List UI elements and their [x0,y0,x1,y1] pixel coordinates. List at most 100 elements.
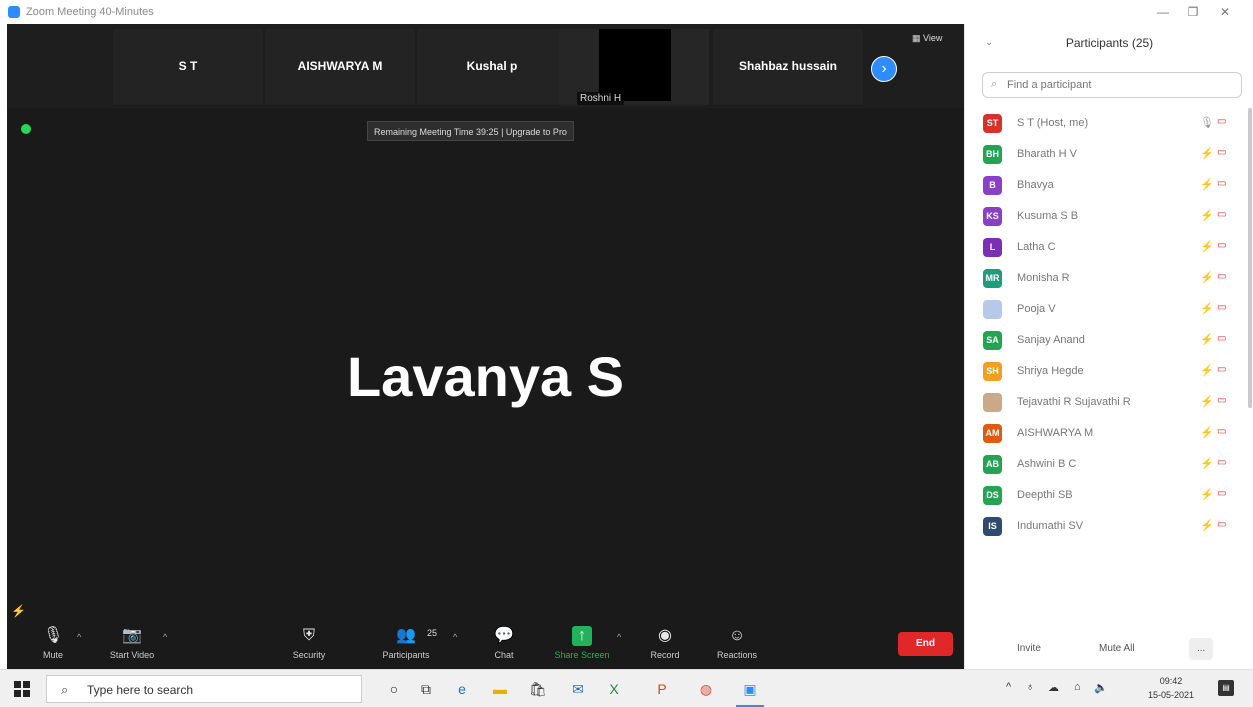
video-off-icon[interactable]: ▭ [1217,488,1226,499]
participants-options-caret[interactable]: ^ [453,632,457,642]
video-tile[interactable]: Roshni H [559,29,709,105]
file-explorer-icon[interactable]: ▬ [490,679,510,699]
excel-icon[interactable]: X [604,679,624,699]
participant-row[interactable]: B Bhavya ⚡ ▭ [965,170,1253,201]
encryption-shield-icon[interactable] [21,124,31,134]
invite-button[interactable]: Invite [1009,638,1049,660]
next-page-button[interactable]: › [871,56,897,82]
video-options-caret[interactable]: ^ [163,632,167,642]
participant-row[interactable]: ST S T (Host, me) 🎙 ▭ [965,108,1253,139]
video-off-icon[interactable]: ▭ [1217,395,1226,406]
clock-time: 09:42 [1159,676,1183,686]
muted-mic-icon[interactable]: ⚡ [1200,333,1214,346]
participant-search[interactable]: ⌕ [982,72,1242,98]
mail-icon[interactable]: ✉ [568,679,588,699]
video-off-icon[interactable]: ▭ [1217,178,1226,189]
video-off-icon: 📷 [122,627,142,644]
video-off-icon[interactable]: ▭ [1217,209,1226,220]
video-off-icon[interactable]: ▭ [1217,426,1226,437]
muted-mic-icon[interactable]: ⚡ [1200,302,1214,315]
participant-row[interactable]: MR Monisha R ⚡ ▭ [965,263,1253,294]
participant-row[interactable]: Tejavathi R Sujavathi R ⚡ ▭ [965,387,1253,418]
video-off-icon[interactable]: ▭ [1217,519,1226,530]
taskbar-search[interactable]: ⌕ Type here to search [46,675,362,703]
meet-now-icon[interactable]: ♁ [1026,681,1034,693]
video-off-icon[interactable]: ▭ [1217,271,1226,282]
muted-mic-icon[interactable]: ⚡ [1200,209,1214,222]
maximize-icon[interactable]: ❐ [1180,3,1206,21]
microphone-icon[interactable]: 🎙 [1200,116,1214,129]
task-view-icon[interactable]: ⧉ [416,679,436,699]
muted-mic-icon[interactable]: ⚡ [1200,147,1214,160]
zoom-taskbar-icon[interactable]: ▣ [736,679,764,707]
participant-name: Kusuma S B [1017,210,1079,222]
mute-all-button[interactable]: Mute All [1091,638,1143,660]
participant-row[interactable]: IS Indumathi SV ⚡ ▭ [965,511,1253,542]
taskbar-clock[interactable]: 09:42 15-05-2021 [1147,674,1195,702]
close-icon[interactable]: ✕ [1212,3,1238,21]
video-off-icon[interactable]: ▭ [1217,302,1226,313]
muted-mic-icon[interactable]: ⚡ [1200,178,1214,191]
participant-row[interactable]: Pooja V ⚡ ▭ [965,294,1253,325]
muted-mic-icon[interactable]: ⚡ [1200,271,1214,284]
video-off-icon[interactable]: ▭ [1217,116,1226,127]
participant-row[interactable]: DS Deepthi SB ⚡ ▭ [965,480,1253,511]
chevron-up-icon[interactable]: ^ [1006,681,1011,693]
participant-row[interactable]: AM AISHWARYA M ⚡ ▭ [965,418,1253,449]
participant-row[interactable]: SH Shriya Hegde ⚡ ▭ [965,356,1253,387]
reactions-label: Reactions [716,650,758,660]
muted-mic-icon[interactable]: ⚡ [1200,488,1214,501]
store-icon[interactable]: 🛍 [528,679,548,699]
video-off-icon[interactable]: ▭ [1217,457,1226,468]
end-meeting-button[interactable]: End [898,632,953,656]
participant-name: Latha C [1017,241,1056,253]
mute-button[interactable]: 🎙 Mute [33,626,73,666]
view-button[interactable]: ▦ View [912,33,942,44]
windows-start-icon[interactable] [14,681,30,697]
muted-mic-icon[interactable]: ⚡ [1200,364,1214,377]
notification-center-icon[interactable]: ▤ [1218,680,1234,696]
video-off-icon[interactable]: ▭ [1217,240,1226,251]
video-off-icon[interactable]: ▭ [1217,364,1226,375]
video-off-icon[interactable]: ▭ [1217,333,1226,344]
minimize-icon[interactable]: — [1150,3,1176,21]
participant-row[interactable]: AB Ashwini B C ⚡ ▭ [965,449,1253,480]
video-tile[interactable]: S T ⚡ [113,29,281,105]
share-options-caret[interactable]: ^ [617,632,621,642]
security-button[interactable]: ⛨ Security [285,626,333,666]
audio-options-caret[interactable]: ^ [77,632,81,642]
muted-mic-icon[interactable]: ⚡ [1200,395,1214,408]
more-options-button[interactable]: ... [1189,638,1214,660]
video-tile[interactable]: Shahbaz hussain [713,29,863,105]
share-screen-button[interactable]: ↑ Share Screen [551,626,613,666]
participant-row[interactable]: SA Sanjay Anand ⚡ ▭ [965,325,1253,356]
video-off-icon[interactable]: ▭ [1217,147,1226,158]
muted-mic-icon[interactable]: ⚡ [1200,519,1214,532]
participants-label: Participants [382,650,430,660]
participant-search-input[interactable] [1007,76,1232,94]
chrome-icon[interactable]: ◍ [696,679,716,699]
participants-icon: 👥 [396,627,416,644]
video-tile[interactable]: Kushal p ⚡ [417,29,581,105]
cortana-icon[interactable]: ○ [384,679,404,699]
participant-row[interactable]: KS Kusuma S B ⚡ ▭ [965,201,1253,232]
gallery-strip: S T ⚡ AISHWARYA M ⚡ Kushal p ⚡ Roshni H … [7,24,964,108]
network-icon[interactable]: ⌂ [1074,681,1081,693]
participant-row[interactable]: BH Bharath H V ⚡ ▭ [965,139,1253,170]
edge-icon[interactable]: e [452,679,472,699]
meeting-time-banner[interactable]: Remaining Meeting Time 39:25 | Upgrade t… [367,121,574,141]
chat-button[interactable]: 💬 Chat [489,626,519,666]
participant-row[interactable]: L Latha C ⚡ ▭ [965,232,1253,263]
participant-list-scrollbar[interactable] [1248,108,1252,408]
reactions-button[interactable]: ☺ Reactions [713,626,761,666]
onedrive-icon[interactable]: ☁ [1048,681,1059,694]
video-tile[interactable]: AISHWARYA M ⚡ [265,29,433,105]
start-video-button[interactable]: 📷 Start Video [103,626,161,666]
volume-icon[interactable]: 🔈 [1094,681,1108,694]
record-button[interactable]: ◉ Record [645,626,685,666]
tile-name: Kushal p [466,59,518,73]
muted-mic-icon[interactable]: ⚡ [1200,457,1214,470]
muted-mic-icon[interactable]: ⚡ [1200,240,1214,253]
muted-mic-icon[interactable]: ⚡ [1200,426,1214,439]
powerpoint-icon[interactable]: P [652,679,672,699]
